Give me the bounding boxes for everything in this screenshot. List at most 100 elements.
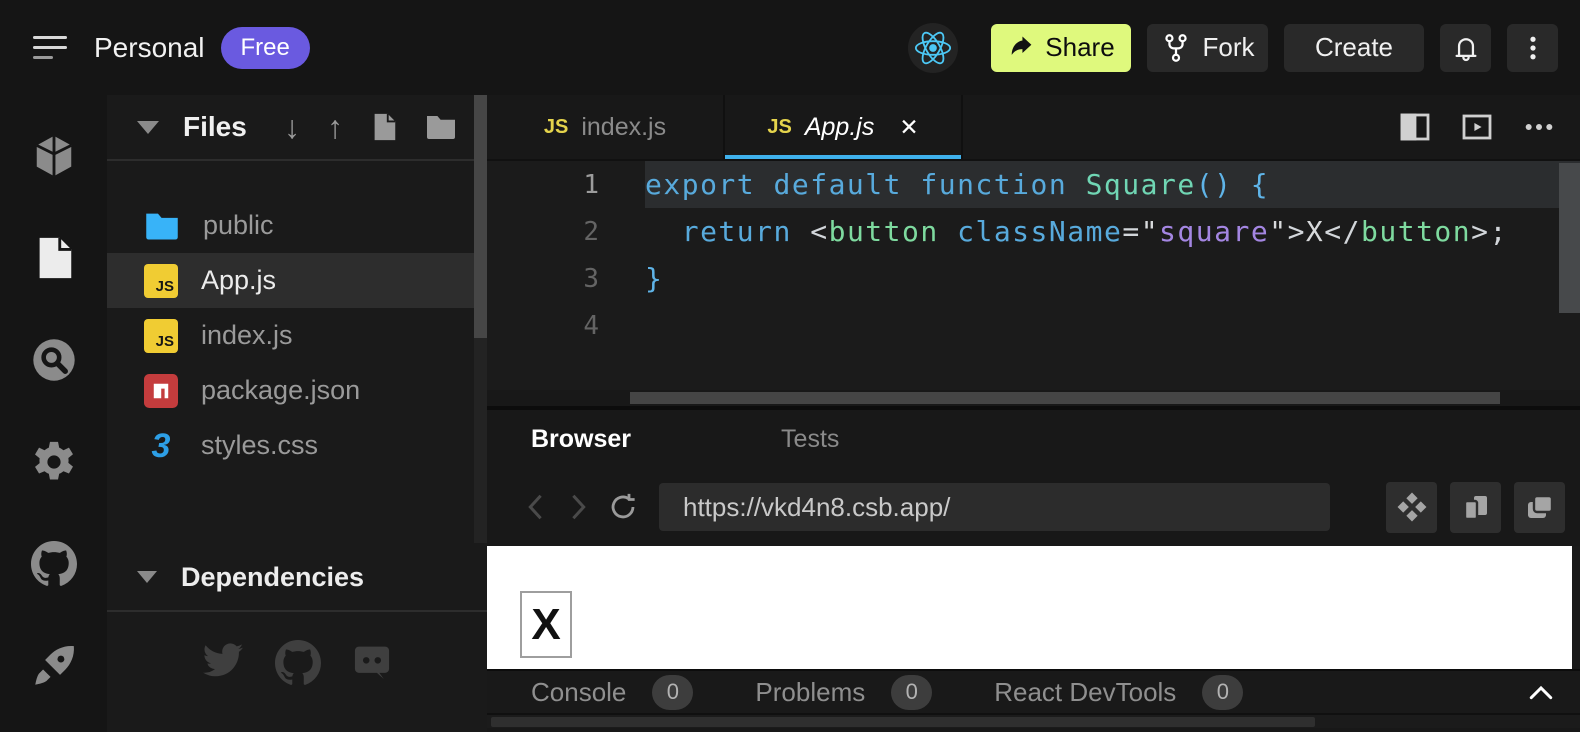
css-file-icon: 3 [144,429,178,463]
rail-item-deploy[interactable] [0,615,107,717]
editor-tabs: JSindex.js JS App.js ✕ [487,95,963,159]
header-actions: Share Fork Create [908,23,1558,73]
browser-tab-browser[interactable]: Browser [531,425,631,454]
fork-button[interactable]: Fork [1147,24,1268,72]
file-row-App.js[interactable]: JS App.js [107,253,487,308]
file-name: index.js [201,320,293,351]
preview-pane: X [487,546,1580,669]
statusbar-react-devtools[interactable]: React DevTools0 [994,675,1243,710]
file-row-package.json[interactable]: package.json [107,363,487,418]
preview-settings-icon [1396,491,1428,523]
url-text: https://vkd4n8.csb.app/ [683,492,950,523]
rail-item-settings[interactable] [0,411,107,513]
file-name: public [203,210,274,241]
react-icon [913,28,953,68]
chevron-down-icon[interactable] [137,571,157,583]
bottom-scrollbar[interactable] [487,713,1580,728]
code-line-2[interactable]: 2 return <button className="square">X</b… [487,208,1580,255]
devtools-statusbar: Console0 Problems0 React DevTools0 [487,669,1580,713]
file-row-index.js[interactable]: JS index.js [107,308,487,363]
file-row-styles.css[interactable]: 3styles.css [107,418,487,473]
workspace-name[interactable]: Personal [94,32,205,64]
split-view-icon [1399,112,1431,142]
popout-button[interactable] [1514,482,1565,533]
rail-item-sandbox[interactable] [0,105,107,207]
cube-icon [31,133,77,179]
tab-label: index.js [581,113,666,142]
share-button-label: Share [1045,32,1114,63]
editor-vertical-scrollbar-thumb[interactable] [1559,163,1580,313]
file-name: App.js [201,265,276,296]
github-icon[interactable] [275,640,321,686]
preview-button[interactable] [1450,103,1504,151]
file-row-public[interactable]: public [107,198,487,253]
code-editor[interactable]: 1export default function Square() {2 ret… [487,161,1580,390]
more-menu-button[interactable] [1507,24,1558,72]
url-bar[interactable]: https://vkd4n8.csb.app/ [659,483,1330,531]
new-folder-icon[interactable] [425,113,457,141]
close-tab-icon[interactable]: ✕ [899,114,918,141]
notifications-button[interactable] [1440,24,1491,72]
expand-devtools-button[interactable] [1528,683,1554,701]
github-icon [31,541,77,587]
files-scrollbar[interactable] [474,95,487,543]
tab-label: App.js [805,113,874,142]
forward-button[interactable] [557,485,601,529]
twitter-icon[interactable] [201,640,245,680]
back-button[interactable] [513,485,557,529]
fork-button-label: Fork [1203,32,1255,63]
editor-horizontal-scrollbar[interactable] [487,390,1580,406]
split-view-button[interactable] [1388,103,1442,151]
rail-item-search[interactable] [0,309,107,411]
browser-navbar: https://vkd4n8.csb.app/ [487,468,1580,546]
js-file-icon: JS [144,264,178,298]
folder-icon [144,210,180,242]
preview-scrollbar-track [1572,546,1580,669]
bottom-scrollbar-thumb[interactable] [491,717,1315,727]
dependencies-section-header[interactable]: Dependencies [107,544,487,612]
responsive-button[interactable] [1450,482,1501,533]
share-button[interactable]: Share [991,24,1131,72]
code-line-4[interactable]: 4 [487,302,1580,349]
refresh-icon [608,492,638,522]
editor-tab-App.js[interactable]: JS App.js ✕ [725,95,963,159]
files-panel-header[interactable]: Files ↓↑ [107,95,487,161]
responsive-icon [1460,491,1492,523]
statusbar-problems[interactable]: Problems0 [755,675,932,710]
refresh-button[interactable] [601,485,645,529]
create-button[interactable]: Create [1284,24,1424,72]
kebab-icon [1519,34,1547,62]
plan-badge: Free [221,27,310,69]
code-line-3[interactable]: 3} [487,255,1580,302]
count-badge: 0 [652,675,693,710]
download-icon[interactable]: ↓ [284,109,300,146]
statusbar-console[interactable]: Console0 [531,675,693,710]
chevron-down-icon[interactable] [137,121,159,134]
more-button[interactable] [1512,103,1566,151]
popout-icon [1524,491,1556,523]
preview-settings-button[interactable] [1386,482,1437,533]
files-scrollbar-thumb[interactable] [474,95,487,338]
js-lang-icon: JS [767,116,791,139]
rail-item-explorer[interactable] [0,207,107,309]
files-panel: Files ↓↑ publicJSApp.jsJSindex.jspackage… [107,95,487,732]
editor-tab-index.js[interactable]: JSindex.js [487,95,725,159]
npm-icon [144,374,178,408]
js-file-icon: JS [144,319,178,353]
preview-square-button[interactable]: X [520,591,572,658]
rail-item-github[interactable] [0,513,107,615]
file-name: package.json [201,375,360,406]
activity-bar [0,95,107,732]
browser-tab-tests[interactable]: Tests [781,425,839,454]
more-icon [1524,122,1554,132]
upload-icon[interactable]: ↑ [327,109,343,146]
new-file-icon[interactable] [370,112,398,142]
discord-icon[interactable] [351,640,393,682]
chevron-right-icon [566,492,592,522]
count-badge: 0 [1202,675,1243,710]
menu-icon[interactable] [33,36,67,59]
editor-horizontal-scrollbar-thumb[interactable] [630,392,1500,404]
code-line-1[interactable]: 1export default function Square() { [487,161,1580,208]
files-toolbar: ↓↑ [284,109,457,146]
browser-panel: Browser Tests https://vkd4n8.csb.app/ X C… [487,406,1580,732]
